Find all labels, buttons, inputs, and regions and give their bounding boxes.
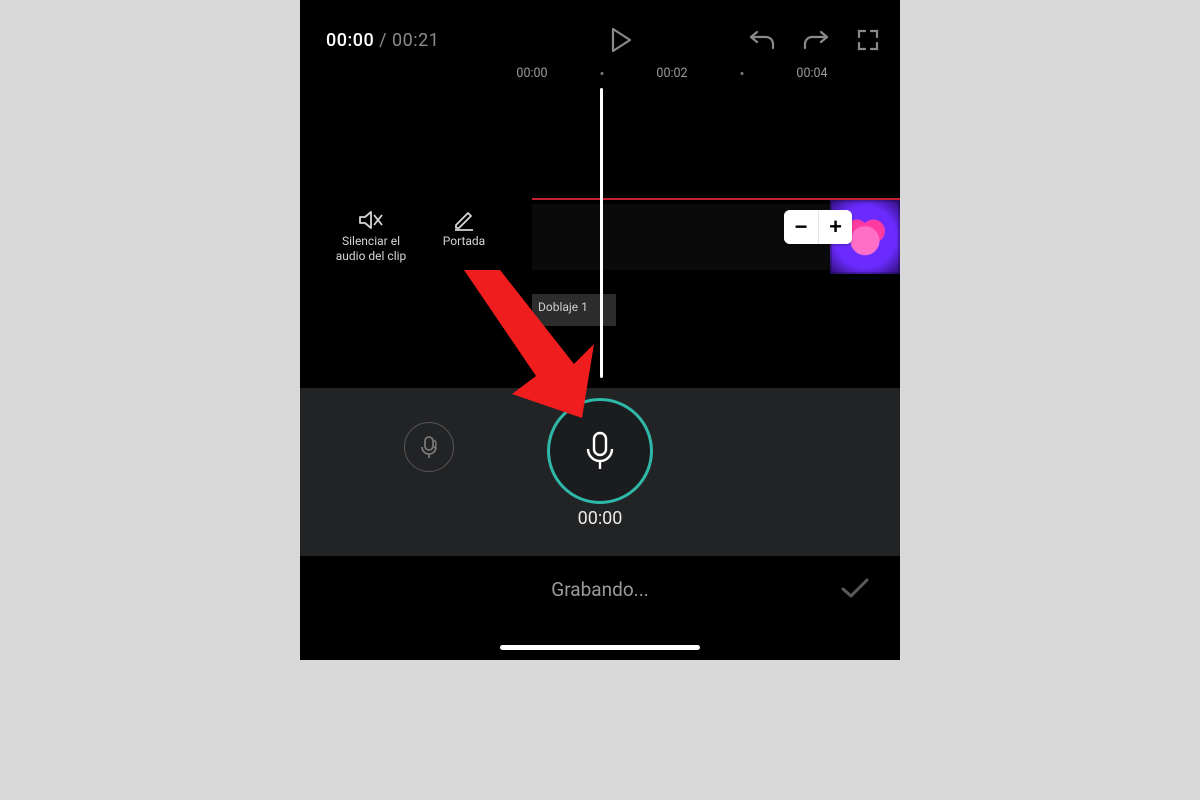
home-indicator[interactable] <box>500 645 700 650</box>
record-elapsed-time: 00:00 <box>578 508 623 529</box>
record-status-bar: Grabando... <box>300 556 900 660</box>
ruler-mark: 00:04 <box>796 66 827 81</box>
ruler-mark: 00:00 <box>516 66 547 81</box>
timeline-ruler: 00:00 00:02 00:04 <box>300 64 900 88</box>
voiceover-clip[interactable]: Doblaje 1 <box>532 294 616 326</box>
player-top-bar: 00:00 / 00:21 <box>300 20 900 60</box>
undo-icon <box>748 29 776 51</box>
time-separator: / <box>374 30 392 51</box>
ruler-tick <box>601 72 604 75</box>
zoom-out-button[interactable]: − <box>784 210 818 244</box>
current-time: 00:00 <box>326 30 374 51</box>
fullscreen-icon <box>856 28 880 52</box>
total-time: 00:21 <box>392 30 439 51</box>
ruler-mark: 00:02 <box>656 66 687 81</box>
checkmark-icon <box>840 576 870 600</box>
timeline-zoom: − + <box>784 210 852 244</box>
voice-effect-icon <box>416 434 442 460</box>
fullscreen-button[interactable] <box>856 28 880 52</box>
microphone-icon <box>583 431 617 471</box>
confirm-button[interactable] <box>840 576 870 604</box>
voice-effect-button[interactable] <box>404 422 454 472</box>
record-status-label: Grabando... <box>551 578 648 601</box>
play-button[interactable] <box>610 27 632 53</box>
undo-button[interactable] <box>748 29 776 51</box>
record-button[interactable] <box>547 398 653 504</box>
mute-clip-label: Silenciar el audio del clip <box>326 234 416 264</box>
record-panel: 00:00 Grabando... <box>300 388 900 660</box>
playhead[interactable] <box>600 88 603 378</box>
play-icon <box>610 27 632 53</box>
video-editor-screen: 00:00 / 00:21 00:00 00:02 <box>300 0 900 660</box>
mute-clip-button[interactable]: Silenciar el audio del clip <box>326 206 416 264</box>
cover-label: Portada <box>428 234 500 249</box>
redo-icon <box>802 29 830 51</box>
pencil-icon <box>428 206 500 234</box>
ruler-tick <box>741 72 744 75</box>
player-controls <box>610 27 880 53</box>
cover-button[interactable]: Portada <box>428 206 500 249</box>
playback-time: 00:00 / 00:21 <box>326 30 439 51</box>
redo-button[interactable] <box>802 29 830 51</box>
timeline[interactable]: − + Doblaje 1 Silenciar el audio del cli… <box>300 88 900 388</box>
speaker-mute-icon <box>326 206 416 234</box>
voiceover-clip-label: Doblaje 1 <box>538 300 588 314</box>
zoom-in-button[interactable]: + <box>818 210 852 244</box>
